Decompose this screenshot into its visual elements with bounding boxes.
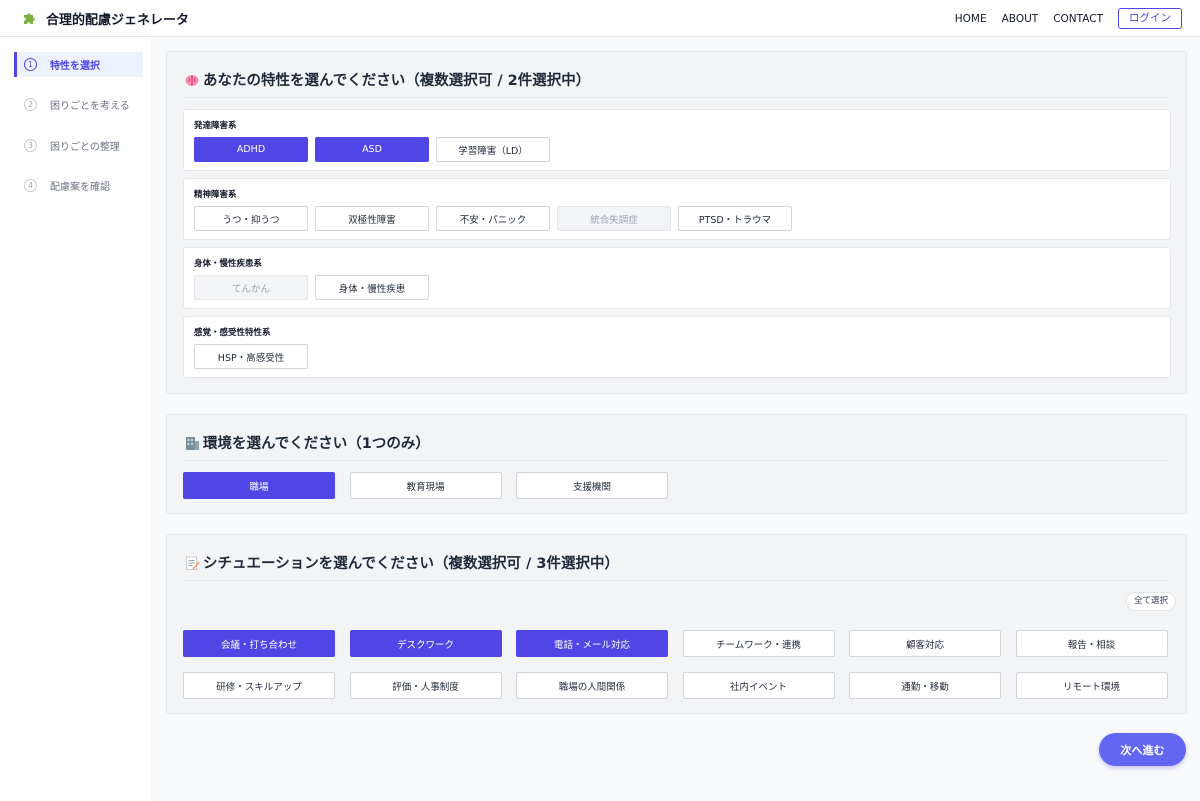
traits-section-title: あなたの特性を選んでください（複数選択可 / 2件選択中） bbox=[184, 69, 590, 90]
environment-options: 職場 教育現場 支援機関 bbox=[183, 472, 683, 499]
nav-contact-link[interactable]: CONTACT bbox=[1053, 13, 1103, 25]
step-number: 4 bbox=[24, 179, 37, 192]
situations-section-title: シチュエーションを選んでください（複数選択可 / 3件選択中） bbox=[184, 552, 619, 573]
env-option-education[interactable]: 教育現場 bbox=[349, 472, 502, 499]
top-header: 合理的配慮ジェネレータ HOME ABOUT CONTACT ログイン bbox=[0, 0, 1200, 37]
step-number: 1 bbox=[24, 58, 37, 71]
env-option-support-agency[interactable]: 支援機関 bbox=[516, 472, 668, 499]
environment-section-title: 環境を選んでください（1つのみ） bbox=[184, 432, 430, 453]
login-button[interactable]: ログイン bbox=[1118, 8, 1182, 29]
step-sidebar: 1 特性を選択 2 困りごとを考える 3 困りごとの整理 4 配慮案を確認 bbox=[0, 37, 151, 801]
step-2-think-problems[interactable]: 2 困りごとを考える bbox=[14, 92, 143, 117]
step-3-organize-problems[interactable]: 3 困りごとの整理 bbox=[14, 133, 143, 158]
trait-chip-asd[interactable]: ASD bbox=[315, 137, 429, 162]
nav-about-link[interactable]: ABOUT bbox=[1002, 13, 1039, 25]
step-1-select-traits[interactable]: 1 特性を選択 bbox=[14, 52, 143, 77]
chip-row: てんかん 身体・慢性疾患 bbox=[194, 275, 436, 300]
step-number: 3 bbox=[24, 139, 37, 152]
main-content: あなたの特性を選んでください（複数選択可 / 2件選択中） 発達障害系 ADHD… bbox=[151, 37, 1200, 801]
trait-chip-schizophrenia: 統合失調症 bbox=[557, 206, 671, 231]
env-option-workplace[interactable]: 職場 bbox=[183, 472, 335, 499]
group-title: 感覚・感受性特性系 bbox=[194, 328, 271, 338]
nav-home-link[interactable]: HOME bbox=[955, 13, 987, 25]
trait-chip-ptsd[interactable]: PTSD・トラウマ bbox=[678, 206, 792, 231]
top-nav: HOME ABOUT CONTACT ログイン bbox=[940, 8, 1182, 29]
trait-chip-depression[interactable]: うつ・抑うつ bbox=[194, 206, 308, 231]
environment-title-text: 環境を選んでください（1つのみ） bbox=[203, 436, 430, 452]
chip-row: ADHD ASD 学習障害（LD） bbox=[194, 137, 557, 162]
situation-customer-service[interactable]: 顧客対応 bbox=[849, 630, 1001, 657]
situation-training[interactable]: 研修・スキルアップ bbox=[183, 672, 335, 699]
step-number: 2 bbox=[24, 98, 37, 111]
trait-chip-bipolar[interactable]: 双極性障害 bbox=[315, 206, 429, 231]
situation-report-consult[interactable]: 報告・相談 bbox=[1015, 630, 1168, 657]
traits-title-text: あなたの特性を選んでください（複数選択可 / 2件選択中） bbox=[203, 73, 591, 89]
trait-chip-adhd[interactable]: ADHD bbox=[194, 137, 308, 162]
chip-row: HSP・高感受性 bbox=[194, 344, 315, 369]
brain-icon bbox=[185, 74, 199, 86]
group-title: 身体・慢性疾患系 bbox=[194, 259, 263, 269]
situation-teamwork[interactable]: チームワーク・連携 bbox=[682, 630, 835, 657]
trait-chip-ld[interactable]: 学習障害（LD） bbox=[436, 137, 550, 162]
building-icon bbox=[186, 436, 199, 450]
situations-title-text: シチュエーションを選んでください（複数選択可 / 3件選択中） bbox=[203, 556, 619, 572]
situation-row-1: 会議・打ち合わせ デスクワーク 電話・メール対応 チームワーク・連携 顧客対応 … bbox=[183, 630, 1182, 657]
situations-section: シチュエーションを選んでください（複数選択可 / 3件選択中） 全て選択 会議・… bbox=[166, 534, 1187, 714]
next-button[interactable]: 次へ進む bbox=[1099, 733, 1186, 766]
step-label: 困りごとを考える bbox=[50, 101, 130, 112]
group-physical-chronic: 身体・慢性疾患系 てんかん 身体・慢性疾患 bbox=[183, 247, 1171, 309]
situation-meetings[interactable]: 会議・打ち合わせ bbox=[183, 630, 335, 657]
group-sensory: 感覚・感受性特性系 HSP・高感受性 bbox=[183, 316, 1171, 378]
puzzle-icon bbox=[24, 13, 35, 24]
divider bbox=[183, 580, 1170, 581]
select-all-button[interactable]: 全て選択 bbox=[1125, 592, 1176, 611]
situation-remote[interactable]: リモート環境 bbox=[1015, 672, 1168, 699]
situation-row-2: 研修・スキルアップ 評価・人事制度 職場の人間関係 社内イベント 通勤・移動 リ… bbox=[183, 672, 1182, 699]
group-developmental: 発達障害系 ADHD ASD 学習障害（LD） bbox=[183, 109, 1171, 171]
group-mental: 精神障害系 うつ・抑うつ 双極性障害 不安・パニック 統合失調症 PTSD・トラ… bbox=[183, 178, 1171, 240]
environment-section: 環境を選んでください（1つのみ） 職場 教育現場 支援機関 bbox=[166, 414, 1187, 514]
group-title: 発達障害系 bbox=[194, 121, 237, 131]
situation-phone-email[interactable]: 電話・メール対応 bbox=[516, 630, 668, 657]
trait-chip-epilepsy: てんかん bbox=[194, 275, 308, 300]
situation-evaluation-hr[interactable]: 評価・人事制度 bbox=[349, 672, 502, 699]
chip-row: うつ・抑うつ 双極性障害 不安・パニック 統合失調症 PTSD・トラウマ bbox=[194, 206, 799, 231]
step-4-confirm-accommodations[interactable]: 4 配慮案を確認 bbox=[14, 173, 143, 198]
situation-company-events[interactable]: 社内イベント bbox=[682, 672, 835, 699]
app-title: 合理的配慮ジェネレータ bbox=[46, 13, 190, 28]
divider bbox=[183, 97, 1170, 98]
situation-commute[interactable]: 通勤・移動 bbox=[849, 672, 1001, 699]
group-title: 精神障害系 bbox=[194, 190, 237, 200]
divider bbox=[183, 460, 1170, 461]
trait-chip-hsp[interactable]: HSP・高感受性 bbox=[194, 344, 308, 369]
situation-relationships[interactable]: 職場の人間関係 bbox=[516, 672, 668, 699]
memo-icon bbox=[186, 556, 200, 570]
traits-section: あなたの特性を選んでください（複数選択可 / 2件選択中） 発達障害系 ADHD… bbox=[166, 51, 1187, 394]
situation-desk-work[interactable]: デスクワーク bbox=[349, 630, 502, 657]
step-label: 特性を選択 bbox=[50, 61, 100, 72]
trait-chip-anxiety-panic[interactable]: 不安・パニック bbox=[436, 206, 550, 231]
trait-chip-physical-chronic[interactable]: 身体・慢性疾患 bbox=[315, 275, 429, 300]
step-label: 配慮案を確認 bbox=[50, 182, 110, 193]
step-label: 困りごとの整理 bbox=[50, 142, 120, 153]
